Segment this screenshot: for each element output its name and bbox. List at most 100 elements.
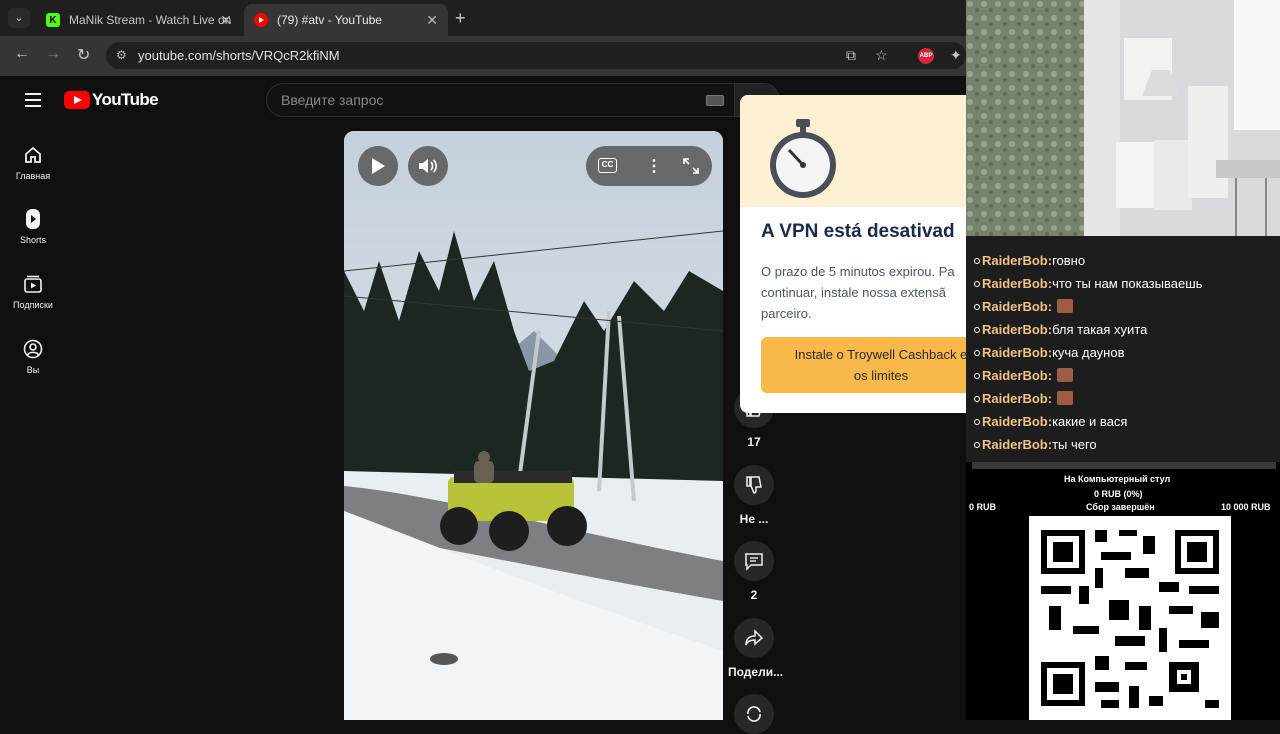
menu-icon[interactable] [25,93,41,111]
sidebar-item-you[interactable]: Вы [0,336,66,375]
youtube-logo-icon[interactable] [64,91,90,109]
search-input[interactable]: Введите запрос [266,83,734,117]
cta-line: Instale o Troywell Cashback e [794,347,968,362]
chat-text: куча даунов [1052,345,1125,360]
fullscreen-icon[interactable] [683,158,699,179]
keyboard-icon[interactable] [706,95,724,106]
goal-title: На Компьютерный стул [1064,474,1171,484]
chat-bullet-icon [974,327,980,333]
extensions-icon[interactable]: ✦ [950,47,962,64]
cta-line: os limites [853,368,909,383]
chat-text: говно [1052,253,1086,268]
popup-title: A VPN está desativad [761,221,955,242]
chat-emote-icon [1057,391,1074,405]
forward-icon[interactable]: → [45,45,61,63]
install-app-icon[interactable]: ⧉ [846,47,856,64]
address-bar[interactable]: ⚙ youtube.com/shorts/VRQcR2kfiNM [106,42,966,69]
tab-title: MaNik Stream - Watch Live on [69,13,232,27]
sidebar-item-label: Вы [26,365,40,375]
chat-text: ты чего [1052,437,1097,452]
volume-icon [419,159,437,173]
webcam-kitchen-view [966,0,1280,236]
streamer-webcam [966,0,1280,236]
chat-username: RaiderBob: [982,276,1053,291]
remix-button[interactable] [728,694,780,734]
chat-username: RaiderBob: [982,345,1053,360]
play-button[interactable] [358,146,398,186]
search-placeholder: Введите запрос [281,92,384,108]
chat-username: RaiderBob: [982,299,1053,314]
popup-body: O prazo de 5 minutos expirou. Pa continu… [761,261,972,324]
site-info-icon[interactable]: ⚙ [116,48,127,62]
close-tab-icon[interactable]: ✕ [426,12,438,29]
home-icon [0,142,66,168]
sidebar-item-subscriptions[interactable]: Подписки [0,271,66,310]
shorts-video-player[interactable] [344,131,723,720]
dislike-button[interactable]: Не ... [728,465,780,526]
chat-emote-icon [1057,299,1074,313]
goal-progress-bar [972,462,1276,469]
chat-bullet-icon [974,281,980,287]
chat-text: что ты нам показываешь [1052,276,1203,291]
remix-icon [734,694,774,734]
you-icon [0,336,66,362]
chat-message: RaiderBob: [974,368,1074,383]
chat-username: RaiderBob: [982,322,1053,337]
chat-bullet-icon [974,258,980,264]
dislike-label: Не ... [739,512,769,526]
chat-bullet-icon [974,373,980,379]
chat-message: RaiderBob: [974,391,1074,406]
popup-body-line: continuar, instale nossa extensã [761,285,947,300]
captions-icon[interactable]: CC [598,158,617,173]
more-options-icon[interactable]: ⋮ [646,156,662,176]
tab-title: (79) #atv - YouTube [277,13,382,27]
back-icon[interactable]: ← [14,45,30,63]
popup-body-line: parceiro. [761,306,812,321]
chat-username: RaiderBob: [982,414,1053,429]
new-tab-icon[interactable]: + [455,8,466,29]
youtube-logo-text[interactable]: YouTube [92,90,159,110]
reload-icon[interactable]: ↻ [77,45,90,65]
volume-button[interactable] [408,146,448,186]
chat-bullet-icon [974,442,980,448]
install-extension-button[interactable]: Instale o Troywell Cashback e os limites [761,337,972,393]
popup-header [740,95,972,207]
chat-message: RaiderBob:куча даунов [974,345,1125,360]
sidebar-item-home[interactable]: Главная [0,142,66,181]
adblock-badge-text: ABP [919,53,933,59]
chat-username: RaiderBob: [982,437,1053,452]
youtube-favicon-icon [254,13,268,27]
tab-search-button[interactable]: ⌄ [8,8,30,28]
chat-username: RaiderBob: [982,253,1053,268]
chat-message: RaiderBob:какие и вася [974,414,1127,429]
sidebar-item-label: Shorts [19,235,46,245]
chat-text: бля такая хуита [1052,322,1148,337]
tab-manik-stream[interactable]: K MaNik Stream - Watch Live on ✕ [36,4,242,36]
chat-message: RaiderBob:бля такая хуита [974,322,1147,337]
sidebar-item-label: Главная [15,171,51,181]
adblock-extension-icon[interactable]: ABP [918,48,934,64]
goal-min: 0 RUB [969,502,997,512]
chat-message: RaiderBob:говно [974,253,1085,268]
goal-status: Сбор завершён [1086,502,1155,512]
bookmark-star-icon[interactable]: ☆ [875,47,888,64]
goal-max: 10 000 RUB [1221,502,1271,512]
sidebar-item-shorts[interactable]: Shorts [0,206,66,245]
goal-progress: 0 RUB (0%) [1094,489,1143,499]
chat-username: RaiderBob: [982,391,1053,406]
address-url: youtube.com/shorts/VRQcR2kfiNM [138,48,340,63]
share-button[interactable]: Подели... [728,618,783,679]
chat-text: какие и вася [1052,414,1128,429]
comments-button[interactable]: 2 [728,541,780,602]
sidebar-item-label: Подписки [13,300,53,310]
donation-qr-code [1029,516,1231,720]
shorts-icon [0,206,66,232]
chat-bullet-icon [974,350,980,356]
comment-icon [734,541,774,581]
stream-chat: RaiderBob:говно RaiderBob:что ты нам пок… [966,236,1280,462]
tab-youtube[interactable]: (79) #atv - YouTube ✕ [244,4,448,36]
chat-bullet-icon [974,419,980,425]
subscriptions-icon [0,271,66,297]
close-tab-icon[interactable]: ✕ [220,12,232,29]
kick-icon: K [46,13,60,27]
